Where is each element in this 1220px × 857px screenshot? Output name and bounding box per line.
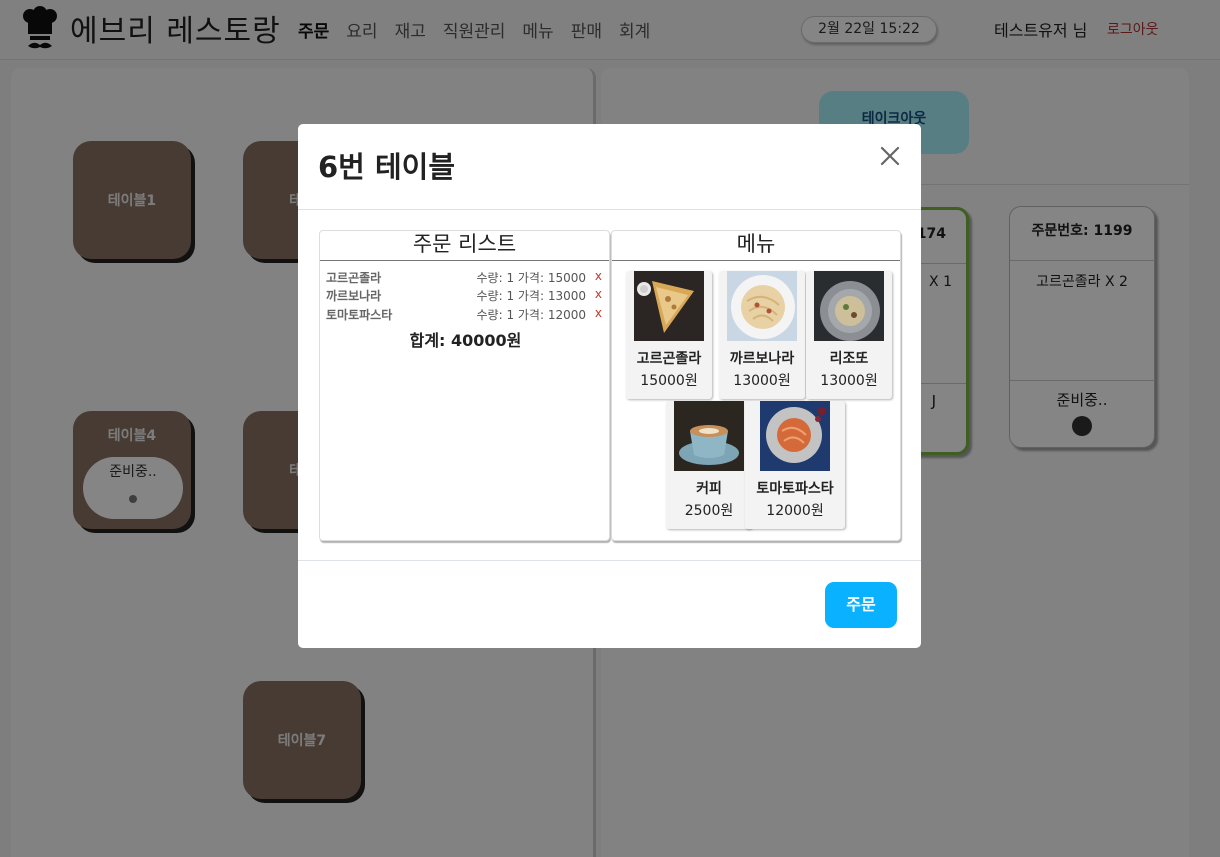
order-item-name: 고르곤졸라 (326, 271, 382, 285)
remove-order-button[interactable]: x (595, 269, 602, 283)
menu-item-price: 13000원 (820, 373, 878, 389)
menu-item-risotto[interactable]: 리조또 13000원 (806, 271, 892, 399)
tomato-pasta-photo-icon (760, 401, 830, 471)
menu-item-tomato-pasta[interactable]: 토마토파스타 12000원 (745, 401, 845, 529)
menu-item-coffee[interactable]: 커피 2500원 (666, 401, 752, 529)
menu-item-name: 커피 (696, 481, 722, 497)
menu-item-gorgonzola[interactable]: 고르곤졸라 15000원 (626, 271, 712, 399)
submit-order-button[interactable]: 주문 (825, 582, 897, 628)
divider (298, 560, 921, 561)
order-item-name: 까르보나라 (326, 289, 382, 303)
carbonara-photo-icon (727, 271, 797, 341)
menu-item-price: 13000원 (733, 373, 791, 389)
menu-item-name: 리조또 (829, 351, 869, 367)
modal-title: 6번 테이블 (318, 150, 455, 184)
order-list-panel: 주문 리스트 고르곤졸라 수량: 1 가격: 15000 x 까르보나라 수량:… (319, 230, 610, 541)
menu-panel: 메뉴 고르곤졸라 15000원 까르보나라 13000원 리조또 13000원 … (611, 230, 901, 541)
order-item-detail: 수량: 1 가격: 13000 (476, 289, 587, 303)
remove-order-button[interactable]: x (595, 287, 602, 301)
menu-item-name: 까르보나라 (729, 351, 795, 367)
menu-item-name: 고르곤졸라 (636, 351, 702, 367)
pizza-photo-icon (634, 271, 704, 341)
menu-item-name: 토마토파스타 (756, 481, 834, 497)
menu-item-price: 15000원 (640, 373, 698, 389)
divider (298, 209, 921, 210)
remove-order-button[interactable]: x (595, 306, 602, 320)
coffee-photo-icon (674, 401, 744, 471)
menu-item-price: 2500원 (684, 503, 734, 519)
menu-item-price: 12000원 (766, 503, 824, 519)
order-row: 고르곤졸라 수량: 1 가격: 15000 x (326, 269, 604, 287)
order-row: 까르보나라 수량: 1 가격: 13000 x (326, 287, 604, 305)
order-list-title: 주문 리스트 (320, 231, 609, 261)
order-item-detail: 수량: 1 가격: 12000 (476, 308, 587, 322)
menu-item-carbonara[interactable]: 까르보나라 13000원 (719, 271, 805, 399)
risotto-photo-icon (814, 271, 884, 341)
order-item-detail: 수량: 1 가격: 15000 (476, 271, 587, 285)
table-order-modal: 6번 테이블 주문 리스트 고르곤졸라 수량: 1 가격: 15000 x 까르… (298, 124, 921, 648)
order-item-name: 토마토파스타 (326, 308, 393, 322)
menu-panel-title: 메뉴 (612, 231, 900, 261)
order-total: 합계: 40000원 (409, 331, 522, 350)
close-icon[interactable] (878, 144, 902, 168)
order-row: 토마토파스타 수량: 1 가격: 12000 x (326, 306, 604, 324)
